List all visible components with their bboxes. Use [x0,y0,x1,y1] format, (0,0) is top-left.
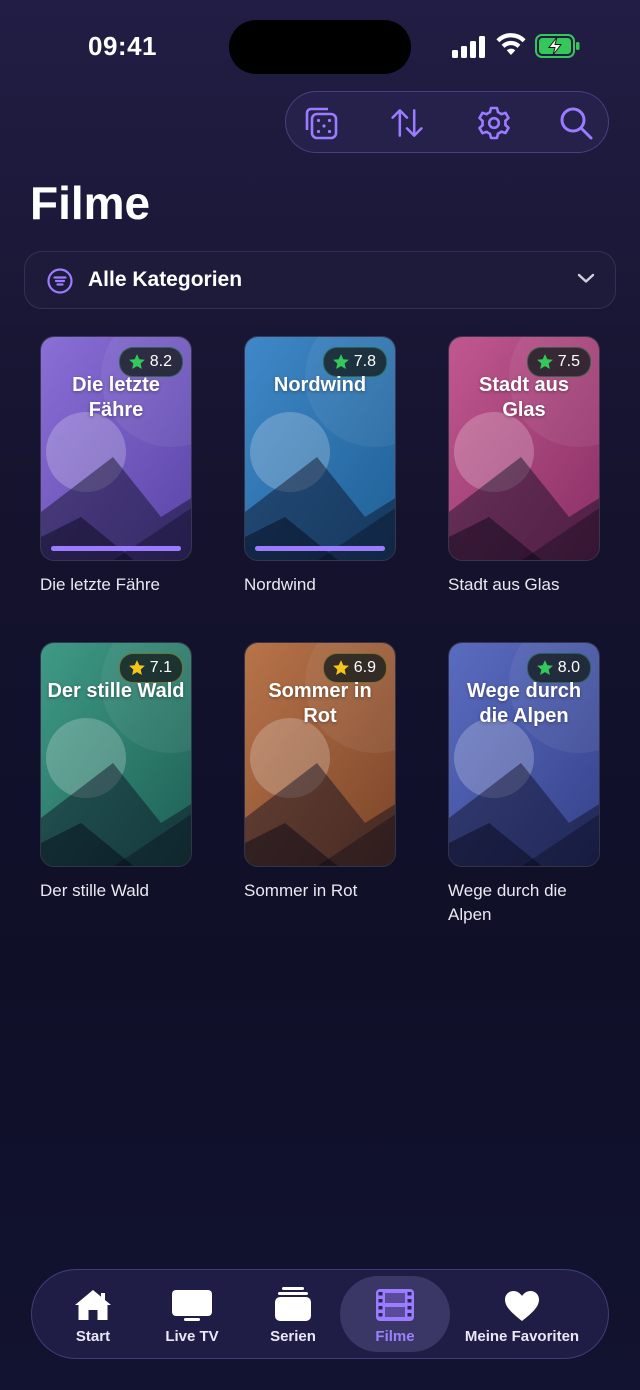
filter-icon [47,268,73,294]
category-dropdown[interactable]: Alle Kategorien [24,251,616,309]
movie-card[interactable]: 8.2 Die letzte Fähre Die letzte Fähre [40,336,192,597]
dynamic-island [229,20,411,74]
movie-poster: 7.1 Der stille Wald [40,642,192,867]
rating-value: 7.5 [557,353,580,370]
gear-icon [478,106,510,140]
home-icon [75,1290,111,1320]
movie-card[interactable]: 6.9 Sommer in Rot Sommer in Rot [244,642,396,903]
movie-card[interactable]: 8.0 Wege durch die Alpen Wege durch die Al… [448,642,600,927]
tab-serien[interactable]: Serien [262,1270,324,1358]
movie-poster: 7.5 Stadt aus Glas [448,336,600,561]
heart-icon [505,1291,539,1321]
movie-poster: 7.8 Nordwind [244,336,396,561]
movie-poster: 8.2 Die letzte Fähre [40,336,192,561]
top-toolbar [285,91,609,153]
random-button[interactable] [303,105,339,141]
tab-label: Serien [270,1328,316,1345]
tv-icon [172,1290,212,1321]
rating-value: 8.0 [557,659,580,676]
wifi-icon [496,33,526,55]
film-icon [376,1289,414,1321]
tab-live-tv[interactable]: Live TV [159,1270,225,1358]
movie-caption: Sommer in Rot [244,881,358,900]
star-icon [536,660,553,675]
sort-arrows-icon [391,109,423,137]
watch-progress-fill [255,546,385,551]
movie-card[interactable]: 7.8 Nordwind Nordwind [244,336,396,597]
poster-title: Der stille Wald [47,680,185,702]
status-bar: 09:41 [0,0,640,90]
movie-poster: 6.9 Sommer in Rot [244,642,396,867]
status-time: 09:41 [88,31,157,61]
page-title: Filme [30,177,151,229]
settings-button[interactable] [476,105,512,141]
battery-charging-icon [535,34,580,58]
movie-caption: Stadt aus Glas [448,575,560,594]
rating-value: 6.9 [353,659,376,676]
signal-icon [452,36,485,58]
movie-caption: Nordwind [244,575,316,594]
tab-meine-favoriten[interactable]: Meine Favoriten [464,1270,580,1358]
tab-label: Live TV [165,1328,219,1345]
movie-caption: Wege durch die Alpen [448,881,567,924]
movie-poster: 8.0 Wege durch die Alpen [448,642,600,867]
star-icon [536,354,553,369]
watch-progress-bar [255,546,385,551]
star-icon [128,660,145,675]
poster-title: Nordwind [273,374,367,396]
category-label: Alle Kategorien [88,268,243,291]
sort-button[interactable] [389,105,425,141]
search-button[interactable] [558,105,594,141]
tab-label: Meine Favoriten [464,1328,580,1345]
movie-caption: Die letzte Fähre [40,575,160,594]
watch-progress-bar [51,546,181,551]
search-icon [560,107,593,140]
tab-label: Start [75,1328,111,1345]
stack-icon [275,1287,311,1321]
tab-label: Filme [375,1328,415,1345]
poster-title: Stadt aus Glas [478,374,570,421]
tab-start[interactable]: Start [62,1270,124,1358]
poster-title: Sommer in Rot [268,680,372,727]
star-icon [332,354,349,369]
chevron-down-icon [577,273,595,283]
star-icon [128,354,145,369]
movie-card[interactable]: 7.5 Stadt aus Glas Stadt aus Glas [448,336,600,597]
rating-value: 8.2 [149,353,172,370]
movie-caption: Der stille Wald [40,881,149,900]
poster-title: Die letzte Fähre [72,374,160,421]
rating-value: 7.8 [353,353,376,370]
movie-card[interactable]: 7.1 Der stille Wald Der stille Wald [40,642,192,903]
watch-progress-fill [51,546,181,551]
star-icon [332,660,349,675]
tab-bar: Start Live TV Serien Filme Meine Favorit… [31,1269,609,1359]
poster-title: Wege durch die Alpen [466,680,582,727]
rating-value: 7.1 [149,659,172,676]
tab-filme[interactable]: Filme [365,1270,425,1358]
dice-icon [305,107,338,140]
